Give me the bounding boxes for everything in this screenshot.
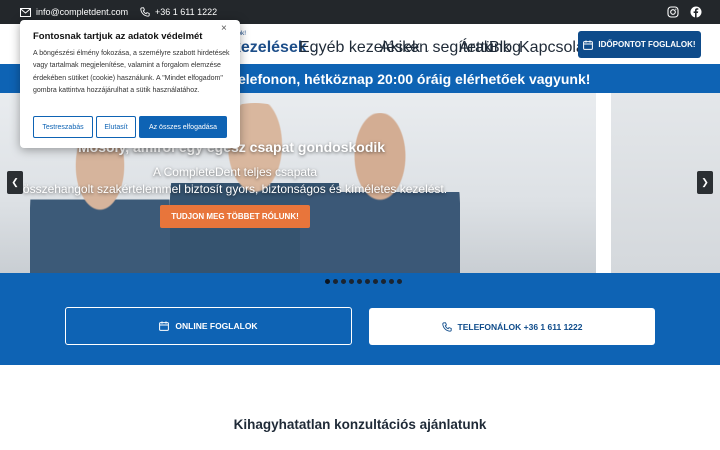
announcement-text: elefonon, hétköznap 20:00 óráig elérhető… <box>238 71 591 87</box>
cookie-consent-dialog: × Fontosnak tartjuk az adatok védelmét A… <box>20 20 240 148</box>
call-button-label: TELEFONÁLOK +36 1 611 1222 <box>457 321 583 332</box>
nav-item-arak[interactable]: Árak <box>459 39 492 57</box>
online-booking-button[interactable]: ONLINE FOGLALOK <box>65 307 352 345</box>
cookie-reject-button[interactable]: Elutasít <box>96 116 136 138</box>
slider-next-arrow[interactable]: ❯ <box>697 171 713 194</box>
hero-subtitle-line1: A CompleteDent teljes csapata <box>152 165 318 179</box>
learn-more-button[interactable]: TUDJON MEG TÖBBET RÓLUNK! <box>160 205 310 228</box>
phone-icon <box>441 321 452 332</box>
nav-item-label: Blog <box>489 39 522 56</box>
slider-dot[interactable] <box>325 279 330 284</box>
hero-subtitle-line2: összehangolt szakértelemmel biztosít gyo… <box>22 182 448 196</box>
call-button[interactable]: TELEFONÁLOK +36 1 611 1222 <box>369 308 655 345</box>
slider-dot[interactable] <box>349 279 354 284</box>
cookie-customize-button[interactable]: Testreszabás <box>33 116 93 138</box>
slider-dot[interactable] <box>357 279 362 284</box>
chevron-right-icon: ❯ <box>701 177 709 187</box>
calendar-icon <box>159 321 170 331</box>
topbar-email-text: info@completdent.com <box>36 7 129 17</box>
calendar-icon <box>583 40 594 50</box>
slider-dot[interactable] <box>341 279 346 284</box>
slider-dot[interactable] <box>365 279 370 284</box>
nav-item-label: kezelések <box>232 39 307 56</box>
facebook-icon[interactable] <box>690 6 702 18</box>
online-booking-label: ONLINE FOGLALOK <box>175 321 258 331</box>
nav-item-label: Árak <box>459 39 492 56</box>
cookie-description: A böngészési élmény fokozása, a személyr… <box>33 50 230 94</box>
chevron-left-icon: ❮ <box>11 177 19 187</box>
slider-dot[interactable] <box>389 279 394 284</box>
mail-icon <box>20 7 31 17</box>
phone-icon <box>140 7 150 17</box>
close-icon[interactable]: × <box>221 23 227 34</box>
cookie-title: Fontosnak tartjuk az adatok védelmét <box>33 31 203 42</box>
slider-dot[interactable] <box>373 279 378 284</box>
instagram-icon[interactable] <box>667 6 679 18</box>
slider-dots <box>325 279 402 284</box>
slider-dot[interactable] <box>397 279 402 284</box>
slider-dot[interactable] <box>381 279 386 284</box>
book-appointment-label: IDŐPONTOT FOGLALOK! <box>598 40 696 49</box>
section-title: Kihagyhatatlan konzultációs ajánlatunk <box>233 417 487 432</box>
slider-prev-arrow[interactable]: ❮ <box>7 171 23 194</box>
book-appointment-button[interactable]: IDŐPONTOT FOGLALOK! <box>578 31 701 58</box>
cookie-accept-all-button[interactable]: Az összes elfogadása <box>139 116 227 138</box>
nav-item-blog[interactable]: Blog <box>489 39 521 57</box>
slider-dot[interactable] <box>333 279 338 284</box>
topbar-phone-text: +36 1 611 1222 <box>155 7 218 17</box>
